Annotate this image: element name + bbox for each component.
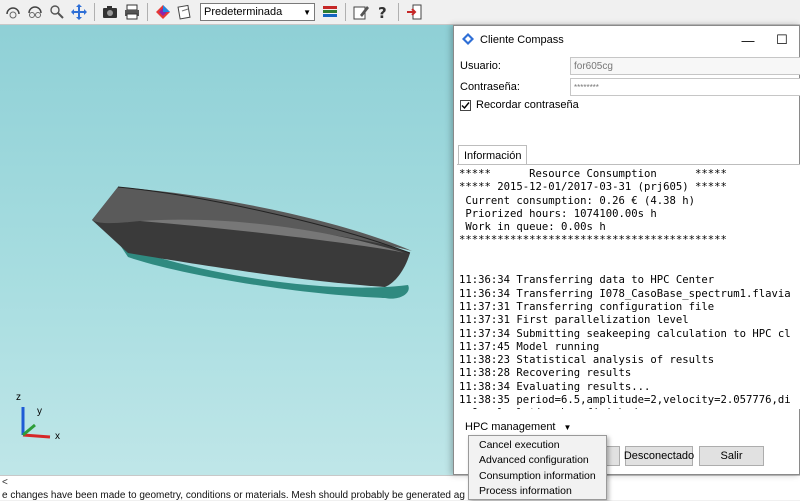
axis-x-label: x bbox=[55, 431, 60, 442]
log-line: ***** Resource Consumption ***** bbox=[459, 168, 727, 180]
hpc-menu-item[interactable]: Consumption information bbox=[469, 468, 606, 484]
hpc-management-dropdown: Cancel execution Advanced configuration Co… bbox=[468, 435, 607, 500]
log-line: 11:36:34 Transferring I078_CasoBase_spec… bbox=[459, 287, 791, 300]
hpc-menu-item[interactable]: Process information bbox=[469, 484, 606, 500]
pan-icon[interactable] bbox=[69, 2, 89, 22]
log-line: 11:37:34 Submitting seakeeping calculati… bbox=[459, 327, 791, 340]
toolbar-separator bbox=[147, 3, 148, 21]
log-line: ***** 2015-12-01/2017-03-31 (prj605) ***… bbox=[459, 181, 727, 194]
compass-logo-icon bbox=[462, 32, 474, 48]
usuario-input[interactable]: for605cg bbox=[570, 57, 800, 75]
password-row: Contraseña: ******** bbox=[460, 78, 800, 96]
view-select[interactable]: Predeterminada ▼ bbox=[200, 3, 315, 21]
print-icon[interactable] bbox=[122, 2, 142, 22]
log-line: Work in queue: 0.00s h bbox=[459, 221, 606, 234]
remember-label: Recordar contraseña bbox=[476, 99, 579, 111]
maximize-button[interactable]: ☐ bbox=[765, 26, 799, 54]
log-line: n=0 calculation has finished bbox=[459, 407, 800, 409]
render-icon[interactable] bbox=[175, 2, 195, 22]
exit-icon[interactable] bbox=[404, 2, 424, 22]
axis-z-label: z bbox=[16, 392, 21, 403]
axis-y-label: y bbox=[37, 406, 42, 417]
chevron-down-icon: ▼ bbox=[563, 422, 572, 432]
help-icon[interactable]: ? bbox=[373, 2, 393, 22]
main-toolbar: Predeterminada ▼ ? bbox=[0, 0, 800, 25]
remember-row[interactable]: Recordar contraseña bbox=[460, 99, 579, 111]
toolbar-separator bbox=[345, 3, 346, 21]
tab-informacion[interactable]: Información bbox=[458, 145, 528, 165]
log-line: 11:37:45 Model running bbox=[459, 340, 600, 353]
info-log[interactable]: ***** Resource Consumption ***** ***** 20… bbox=[457, 164, 800, 409]
edit-icon[interactable] bbox=[351, 2, 371, 22]
status-bar: < e changes have been made to geometry, … bbox=[0, 475, 800, 501]
hpc-menu-item[interactable]: Advanced configuration bbox=[469, 453, 606, 469]
disconnect-button[interactable]: Desconectado bbox=[624, 446, 694, 466]
hpc-management-label: HPC management bbox=[465, 421, 556, 433]
rotate-icon[interactable] bbox=[3, 2, 23, 22]
rotate-alt-icon[interactable] bbox=[25, 2, 45, 22]
dialog-title: Cliente Compass bbox=[480, 34, 564, 46]
log-line: Current consumption: 0.26 € (4.38 h) bbox=[459, 194, 695, 207]
dialog-titlebar[interactable]: Cliente Compass — ☐ bbox=[454, 26, 799, 54]
svg-text:?: ? bbox=[378, 4, 387, 21]
log-line: 11:37:31 First parallelization level bbox=[459, 314, 689, 327]
maximize-icon: ☐ bbox=[776, 32, 788, 47]
exit-button[interactable]: Salir bbox=[699, 446, 764, 466]
compass-client-dialog: Cliente Compass — ☐ Usuario: for605cg Co… bbox=[453, 25, 800, 475]
log-line: 11:38:28 Recovering results bbox=[459, 367, 632, 380]
hpc-menu-item[interactable]: Cancel execution bbox=[469, 437, 606, 453]
view-select-value: Predeterminada bbox=[204, 6, 283, 18]
toolbar-separator bbox=[94, 3, 95, 21]
status-message: e changes have been made to geometry, co… bbox=[2, 490, 465, 501]
password-input[interactable]: ******** bbox=[570, 78, 800, 96]
log-line: 11:37:31 Transferring configuration file bbox=[459, 300, 715, 313]
password-label: Contraseña: bbox=[460, 81, 520, 93]
checkmark-icon bbox=[461, 101, 470, 109]
3d-viewport[interactable]: z y x bbox=[0, 25, 453, 475]
camera-icon[interactable] bbox=[100, 2, 120, 22]
log-line: ****************************************… bbox=[459, 234, 727, 247]
minimize-icon: — bbox=[741, 32, 755, 48]
status-line-1: < bbox=[2, 477, 8, 488]
color-map-icon[interactable] bbox=[153, 2, 173, 22]
log-line: Priorized hours: 1074100.00s h bbox=[459, 207, 657, 220]
log-line: 11:38:35 period=6.5,amplitude=2,velocity… bbox=[459, 394, 791, 407]
usuario-row: Usuario: for605cg bbox=[460, 57, 800, 75]
chevron-down-icon: ▼ bbox=[303, 7, 311, 17]
minimize-button[interactable]: — bbox=[731, 26, 765, 54]
log-line: 11:38:34 Evaluating results... bbox=[459, 380, 651, 393]
hpc-management-menu[interactable]: HPC management ▼ bbox=[462, 418, 574, 436]
remember-checkbox[interactable] bbox=[460, 99, 471, 111]
toolbar-separator bbox=[398, 3, 399, 21]
usuario-label: Usuario: bbox=[460, 60, 501, 72]
usuario-value: for605cg bbox=[574, 60, 613, 72]
log-line: 11:38:23 Statistical analysis of results bbox=[459, 354, 715, 367]
layers-icon[interactable] bbox=[320, 2, 340, 22]
password-value: ******** bbox=[574, 82, 599, 92]
log-line: 11:36:34 Transferring data to HPC Center bbox=[459, 274, 715, 287]
zoom-icon[interactable] bbox=[47, 2, 67, 22]
